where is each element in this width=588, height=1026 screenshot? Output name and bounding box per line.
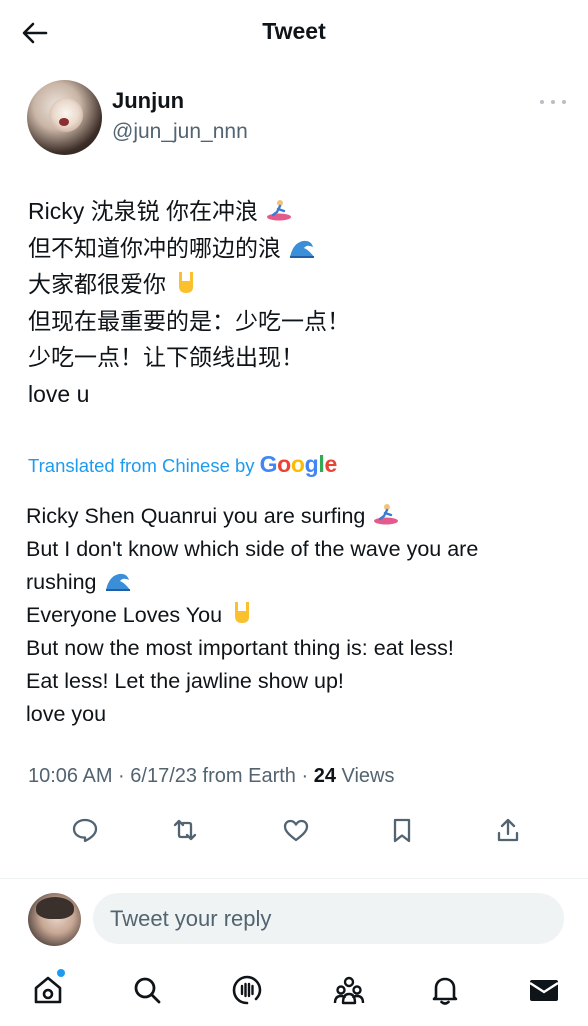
messages-icon [529,980,559,1001]
more-options-button[interactable] [540,96,566,108]
divider [0,878,588,879]
notifications-icon [432,977,458,1005]
timestamp-source: 10:06 AM · 6/17/23 from Earth · [28,765,314,787]
translated-line: But now the most important thing is: eat… [26,636,454,660]
tweet-line: 但不知道你冲的哪边的浪 [28,230,350,267]
rock-hand-emoji-icon [179,272,194,293]
author-display-name[interactable]: Junjun [112,88,184,114]
header-bar: Tweet [0,0,588,66]
translated-label: Translated from Chinese by [28,455,255,476]
tweet-meta: 10:06 AM · 6/17/23 from Earth · 24 Views [28,765,395,788]
notification-dot [57,969,65,977]
translated-line: Ricky Shen Quanrui you are surfing [26,500,478,533]
spaces-icon [232,975,262,1005]
like-icon [283,819,309,842]
nav-home[interactable] [31,973,65,1007]
reply-avatar [28,893,81,946]
surfer-emoji-icon [374,504,399,525]
tweet-translated-text: Ricky Shen Quanrui you are surfing But I… [26,500,478,731]
translated-line: rushing [26,566,478,599]
translation-attribution[interactable]: Translated from Chinese by Google [28,451,337,478]
nav-notifications[interactable] [428,973,462,1007]
share-button[interactable] [493,815,523,845]
translated-line: Everyone Loves You [26,599,478,632]
bookmark-icon [393,818,411,843]
tweet-line: 少吃一点！让下颌线出现！ [28,344,304,370]
author-avatar[interactable] [27,80,102,155]
tweet-line: love u [28,380,90,407]
rock-hand-emoji-icon [235,602,250,623]
tweet-line: 大家都很爱你 [28,266,350,303]
home-icon [34,976,62,1004]
like-button[interactable] [281,815,311,845]
reply-button[interactable] [70,815,100,845]
share-icon [497,818,519,842]
reply-icon [72,818,98,843]
bookmark-button[interactable] [387,815,417,845]
author-handle[interactable]: @jun_jun_nnn [112,120,248,144]
translated-line: Eat less! Let the jawline show up! [26,669,344,693]
nav-search[interactable] [130,973,164,1007]
surfer-emoji-icon [267,200,292,221]
search-icon [134,977,161,1004]
more-dot-icon [540,100,544,104]
more-dot-icon [562,100,566,104]
communities-icon [333,976,365,1005]
nav-communities[interactable] [332,973,366,1007]
views-count[interactable]: 24 [314,765,336,787]
page-title: Tweet [262,18,326,44]
wave-emoji-icon [105,573,130,591]
retweet-button[interactable] [170,815,200,845]
wave-emoji-icon [290,240,315,258]
tweet-line: 但现在最重要的是：少吃一点！ [28,307,350,334]
nav-messages[interactable] [527,973,561,1007]
reply-input[interactable] [93,893,564,944]
tweet-original-text: Ricky 沈泉锐 你在冲浪 但不知道你冲的哪边的浪 大家都很爱你 但现在最重要… [28,193,350,412]
translated-line: love you [26,702,107,726]
tweet-line: Ricky 沈泉锐 你在冲浪 [28,193,350,230]
google-logo: Google [259,451,338,477]
retweet-icon [173,819,197,841]
translated-line: But I don't know which side of the wave … [26,537,479,561]
views-label: Views [335,765,395,787]
more-dot-icon [551,100,555,104]
nav-spaces[interactable] [230,973,264,1007]
